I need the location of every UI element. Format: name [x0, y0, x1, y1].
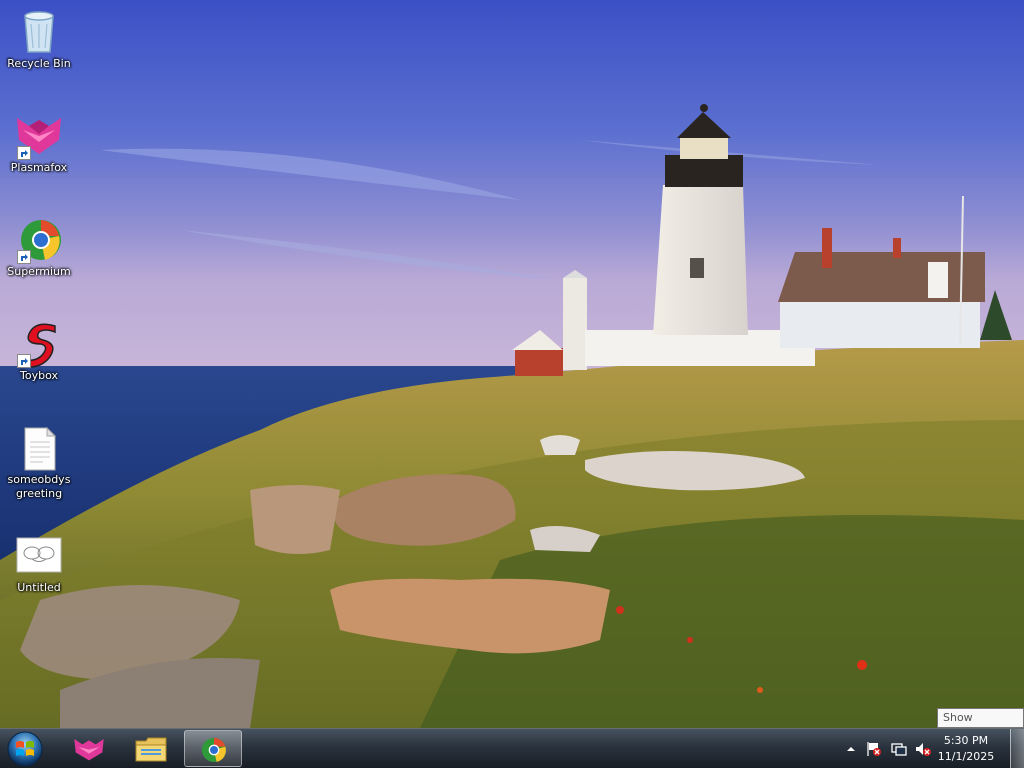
- clock-date: 11/1/2025: [937, 750, 995, 763]
- desktop-icon-untitled[interactable]: Untitled: [4, 532, 74, 595]
- shortcut-arrow-icon: [17, 354, 31, 368]
- shortcut-arrow-icon: [17, 250, 31, 264]
- plasmafox-icon: [15, 112, 63, 160]
- desktop[interactable]: Recycle Bin Plasmafox Supermium Toybox s…: [0, 0, 1024, 728]
- desktop-icon-toybox[interactable]: Toybox: [4, 320, 74, 383]
- show-hidden-icons-chevron[interactable]: [843, 741, 859, 757]
- desktop-icon-label: Supermium: [7, 265, 71, 278]
- desktop-icon-plasmafox[interactable]: Plasmafox: [4, 112, 74, 175]
- volume-muted-icon[interactable]: [915, 741, 931, 757]
- desktop-icon-label: someobdys greeting: [7, 473, 71, 500]
- taskbar: 5:30 PM 11/1/2025: [0, 728, 1024, 769]
- desktop-icon-label: Toybox: [20, 369, 58, 382]
- shortcut-arrow-icon: [17, 146, 31, 160]
- desktop-icon-recycle-bin[interactable]: Recycle Bin: [4, 8, 74, 71]
- desktop-icon-label: Untitled: [17, 581, 61, 594]
- show-desktop-tooltip: Show desktop: [937, 708, 1024, 728]
- recycle-bin-icon: [15, 8, 63, 56]
- action-center-flag-icon[interactable]: [866, 741, 882, 757]
- plasmafox-icon: [73, 735, 105, 763]
- toybox-icon: [15, 320, 63, 368]
- show-desktop-button[interactable]: [1010, 729, 1024, 769]
- taskbar-file-explorer-button[interactable]: [122, 730, 180, 767]
- supermium-icon: [15, 216, 63, 264]
- desktop-wallpaper: [0, 0, 1024, 728]
- image-file-icon: [15, 532, 63, 580]
- clock-time: 5:30 PM: [943, 734, 989, 747]
- desktop-icon-supermium[interactable]: Supermium: [4, 216, 74, 279]
- taskbar-plasmafox-button[interactable]: [60, 730, 118, 767]
- file-explorer-icon: [135, 735, 167, 763]
- taskbar-supermium-button[interactable]: [184, 730, 242, 767]
- supermium-icon: [198, 736, 230, 764]
- windows-start-icon: [7, 731, 43, 767]
- start-button[interactable]: [3, 731, 47, 767]
- desktop-icon-someobdys-greeting[interactable]: someobdys greeting: [4, 424, 74, 501]
- network-icon[interactable]: [891, 741, 907, 757]
- desktop-icon-label: Plasmafox: [10, 161, 68, 174]
- taskbar-clock[interactable]: 5:30 PM 11/1/2025: [930, 733, 1002, 765]
- text-file-icon: [15, 424, 63, 472]
- desktop-icon-label: Recycle Bin: [7, 57, 71, 70]
